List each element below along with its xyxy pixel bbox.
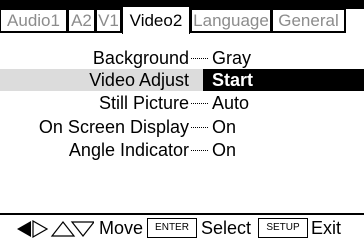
tab-audio1[interactable]: Audio1	[0, 9, 67, 32]
tab-bar: Audio1 A2 V1 Video2 Language General	[0, 0, 364, 34]
leader-dots	[191, 127, 208, 128]
select-label: Select	[201, 218, 252, 238]
menu-item-angle-indicator[interactable]: Angle Indicator On	[0, 139, 364, 161]
menu-item-label: Video Adjust	[89, 70, 189, 90]
menu-item-value: On	[212, 117, 237, 137]
menu-item-label: Still Picture	[98, 93, 189, 113]
menu-item-value: Start	[212, 70, 254, 90]
tab-bar-fill	[346, 9, 364, 33]
leader-dots	[191, 150, 208, 151]
direction-arrows-icon	[17, 220, 94, 238]
menu-item-still-picture[interactable]: Still Picture Auto	[0, 92, 364, 114]
settings-menu: Background Gray Video Adjust Start Still…	[0, 33, 364, 213]
tab-a2[interactable]: A2	[68, 9, 95, 32]
tab-language[interactable]: Language	[191, 9, 271, 32]
start-button[interactable]: Start	[203, 69, 364, 91]
leader-dots	[191, 103, 208, 104]
menu-item-label: Background	[92, 48, 189, 68]
menu-item-value: Gray	[212, 48, 252, 68]
menu-item-background[interactable]: Background Gray	[0, 47, 364, 69]
exit-label: Exit	[311, 218, 342, 238]
move-label: Move	[99, 218, 144, 238]
menu-item-video-adjust[interactable]: Video Adjust Start	[0, 69, 364, 91]
setup-key: SETUP	[258, 218, 308, 238]
menu-item-value: On	[212, 140, 237, 160]
menu-item-label: Angle Indicator	[68, 140, 189, 160]
menu-item-label: On Screen Display	[38, 117, 189, 137]
menu-item-on-screen-display[interactable]: On Screen Display On	[0, 116, 364, 138]
leader-dots	[191, 58, 208, 59]
menu-item-value: Auto	[212, 93, 250, 113]
enter-key: ENTER	[147, 218, 197, 238]
footer-bar: Move ENTER Select SETUP Exit	[0, 213, 364, 240]
tab-general[interactable]: General	[272, 9, 345, 32]
tab-v1[interactable]: V1	[96, 9, 121, 32]
tab-video2[interactable]: Video2	[122, 6, 190, 34]
